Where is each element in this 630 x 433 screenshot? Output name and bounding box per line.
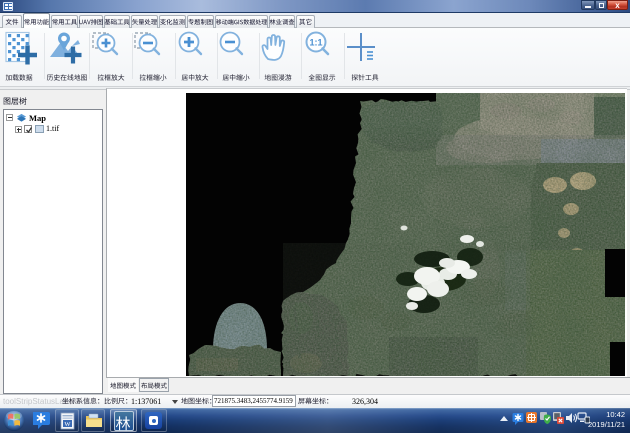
svg-text:W: W: [64, 421, 71, 428]
svg-text:1:1: 1:1: [309, 38, 322, 48]
